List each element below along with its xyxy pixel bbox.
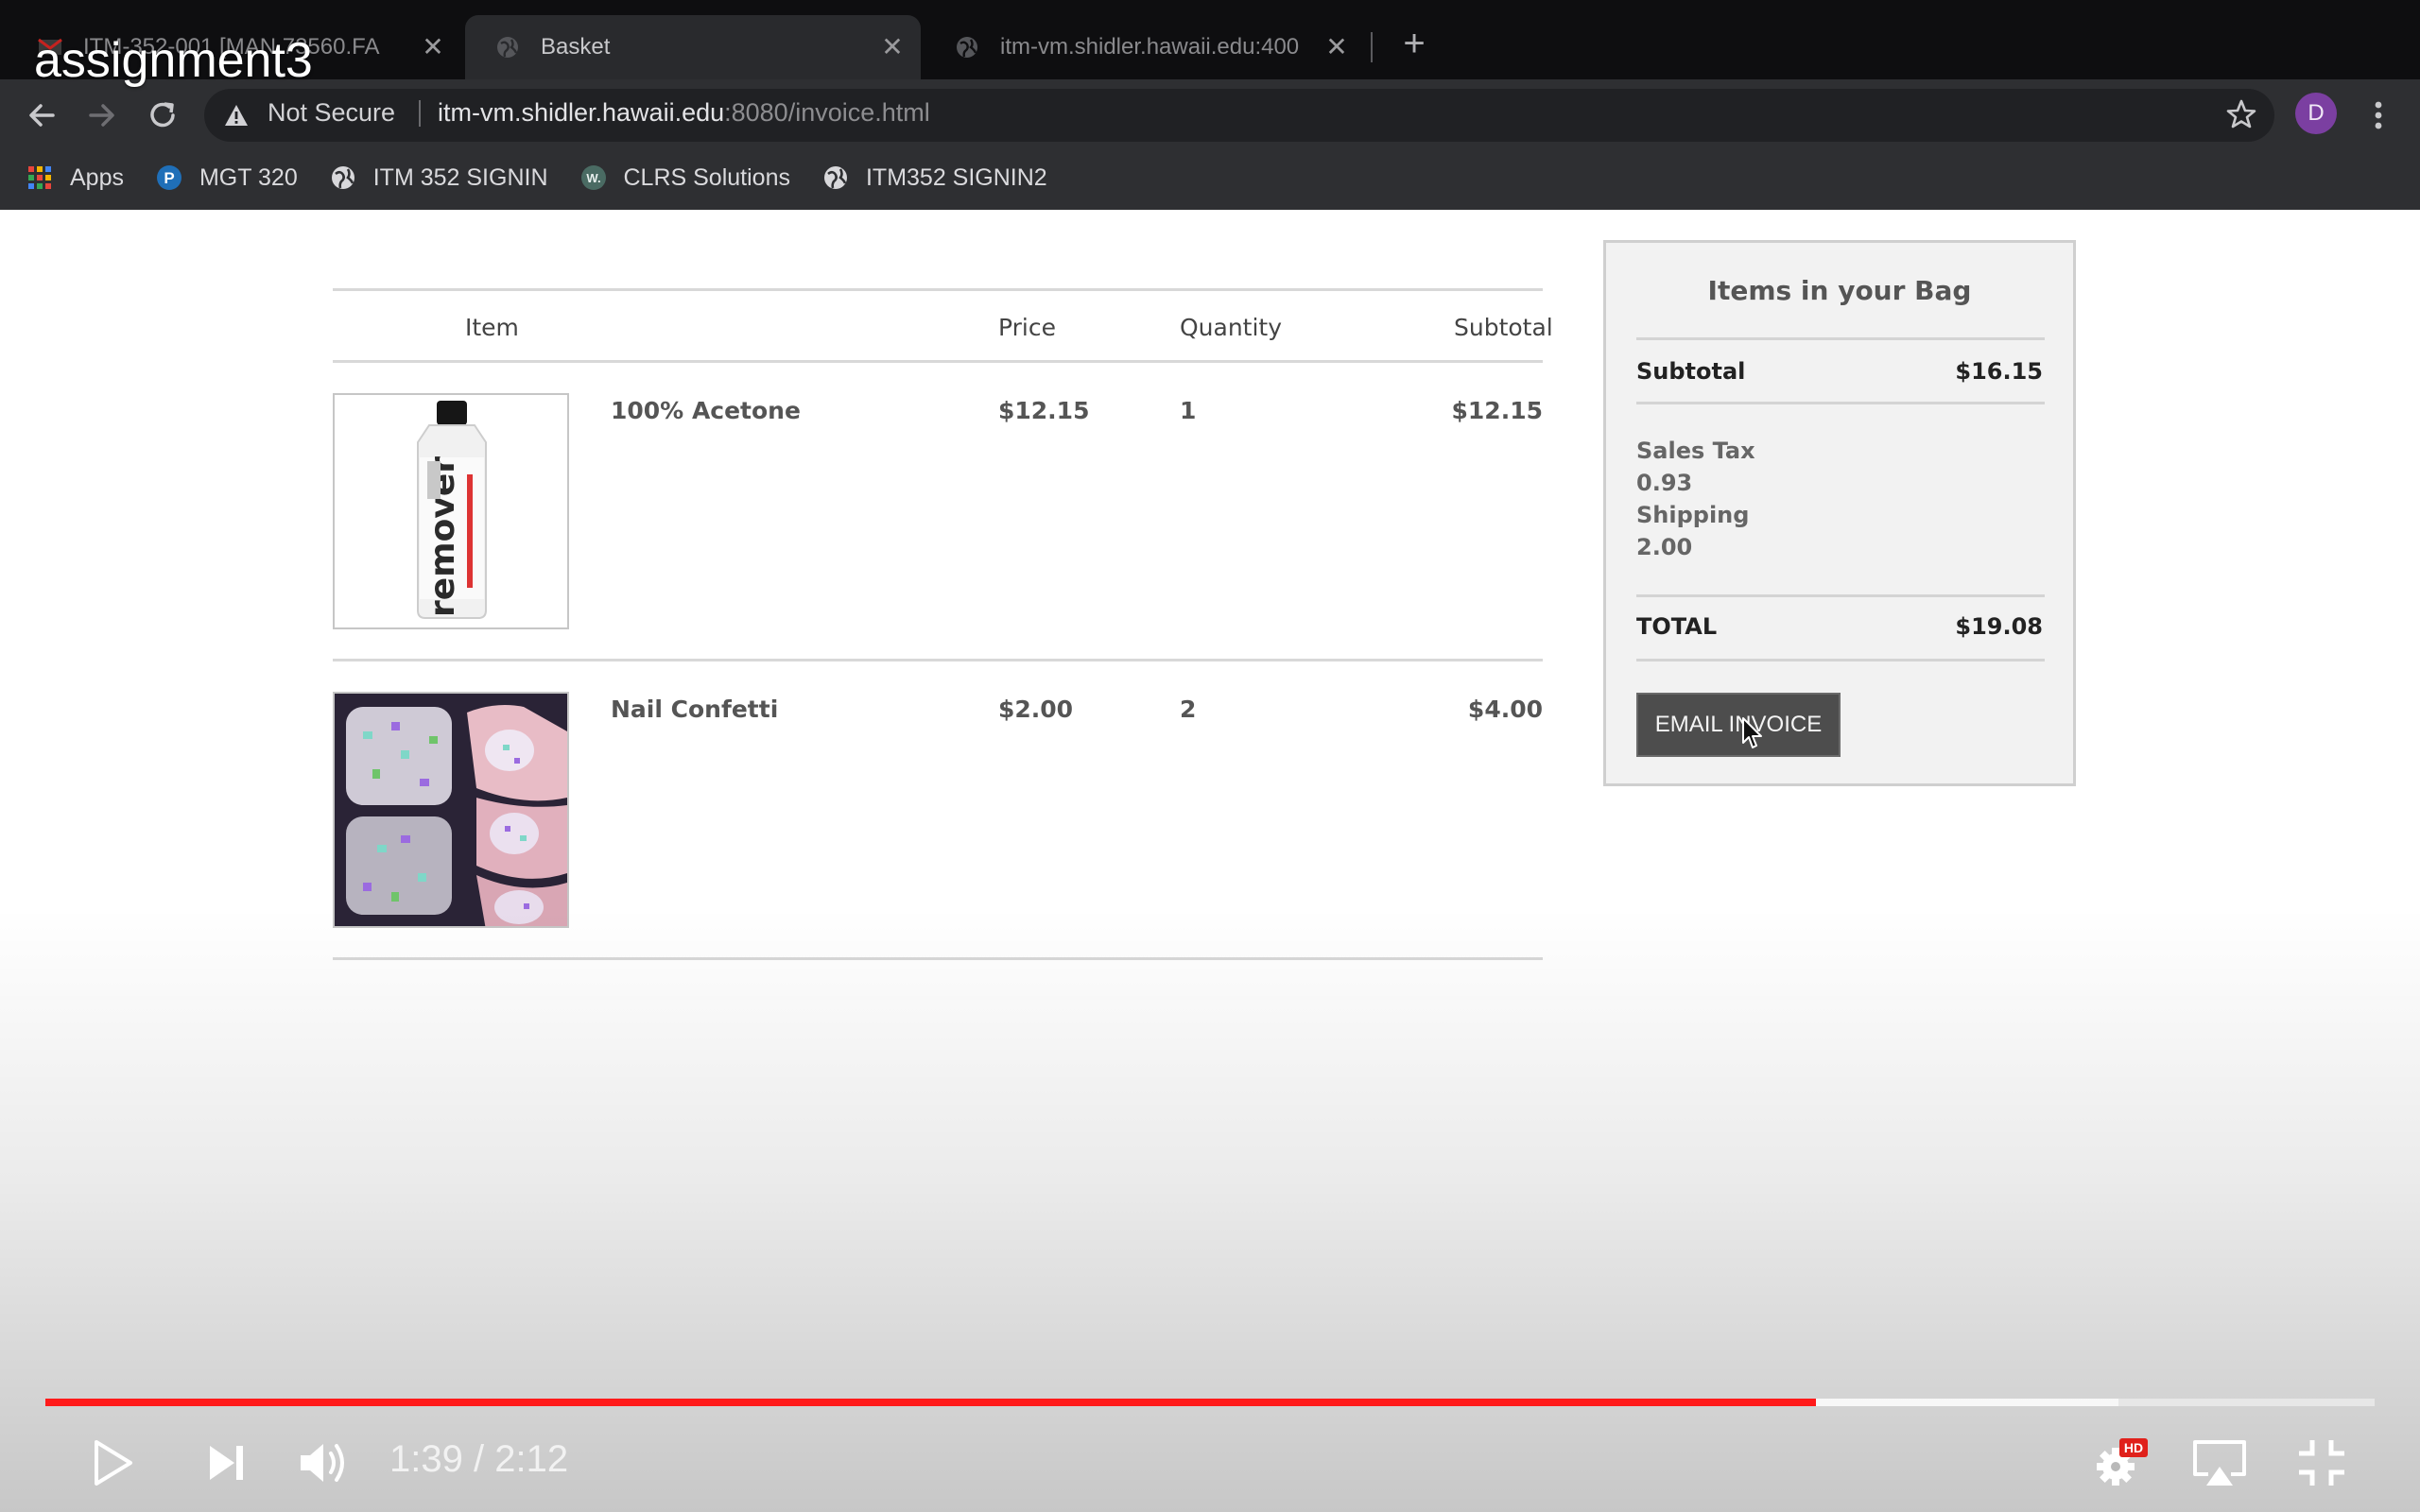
w-site-icon: W. — [580, 165, 606, 190]
bookmark-mgt-320[interactable]: P MGT 320 — [156, 164, 298, 192]
column-header-subtotal: Subtotal — [1454, 314, 1553, 341]
airplay-icon[interactable] — [2189, 1433, 2250, 1493]
item-name: Nail Confetti — [611, 696, 779, 723]
play-icon[interactable] — [81, 1433, 142, 1493]
item-subtotal: $12.15 — [1451, 397, 1543, 424]
security-status-label[interactable]: Not Secure — [268, 98, 395, 128]
globe-icon — [497, 37, 518, 58]
table-bottom-rule — [333, 957, 1543, 960]
svg-text:P: P — [164, 169, 174, 187]
url-host: itm-vm.shidler.hawaii.edu — [438, 98, 725, 127]
bookmark-label: MGT 320 — [199, 163, 298, 191]
nail-confetti-image — [335, 694, 567, 926]
bag-divider — [1636, 659, 2045, 662]
invoice-page: Item Price Quantity Subtotal remover 100… — [0, 210, 2420, 1512]
column-header-price: Price — [998, 314, 1056, 341]
globe-icon — [823, 166, 847, 189]
item-quantity: 1 — [1180, 397, 1197, 424]
item-subtotal: $4.00 — [1467, 696, 1543, 723]
settings-gear-icon[interactable]: HD — [2089, 1433, 2150, 1493]
bag-total-label: TOTAL — [1636, 613, 1718, 640]
sales-tax-value: 0.93 — [1636, 470, 1693, 496]
shipping-label: Shipping — [1636, 502, 1750, 528]
product-image-nail-confetti[interactable] — [333, 692, 569, 928]
svg-text:W.: W. — [586, 171, 600, 185]
total-time: 2:12 — [494, 1438, 569, 1480]
bag-summary-panel: Items in your Bag Subtotal $16.15 Sales … — [1603, 240, 2076, 786]
bag-subtotal-label: Subtotal — [1636, 358, 1746, 385]
volume-icon[interactable] — [293, 1433, 354, 1493]
profile-avatar[interactable]: D — [2295, 93, 2337, 134]
sales-tax-label: Sales Tax — [1636, 438, 1755, 464]
tab-title: Basket — [541, 34, 611, 60]
bookmark-label: ITM 352 SIGNIN — [372, 163, 548, 191]
hd-badge: HD — [2124, 1440, 2143, 1455]
tab-close-icon[interactable]: ✕ — [1322, 32, 1352, 62]
column-header-item: Item — [465, 314, 519, 341]
bag-total-value: $19.08 — [1955, 613, 2043, 640]
progress-played — [45, 1399, 1816, 1406]
forward-arrow-icon[interactable] — [81, 94, 123, 136]
item-price: $12.15 — [998, 397, 1090, 424]
item-price: $2.00 — [998, 696, 1074, 723]
bookmark-star-icon[interactable] — [2225, 98, 2257, 130]
exit-fullscreen-icon[interactable] — [2291, 1433, 2352, 1493]
pearson-icon: P — [156, 165, 182, 190]
bookmark-label: Apps — [70, 163, 124, 191]
new-tab-button[interactable]: + — [1397, 25, 1431, 62]
bookmark-apps[interactable]: Apps — [26, 164, 124, 192]
bag-divider — [1636, 337, 2045, 340]
address-divider — [419, 100, 421, 127]
apps-grid-icon — [28, 166, 51, 189]
column-header-quantity: Quantity — [1180, 314, 1283, 341]
current-time: 1:39 — [389, 1438, 463, 1480]
acetone-bottle-image: remover — [335, 395, 567, 627]
reload-icon[interactable] — [142, 94, 183, 136]
bookmark-itm352-signin2[interactable]: ITM352 SIGNIN2 — [822, 164, 1047, 192]
bookmarks-bar: Apps P MGT 320 ITM 352 SIGNIN W. CLRS So… — [0, 151, 2420, 204]
table-header-rule — [333, 360, 1543, 363]
url-path: :8080/invoice.html — [724, 98, 930, 127]
url-text[interactable]: itm-vm.shidler.hawaii.edu:8080/invoice.h… — [438, 98, 930, 128]
video-title[interactable]: assignment3 — [34, 32, 313, 89]
warning-triangle-icon[interactable] — [223, 102, 250, 129]
row-divider — [333, 659, 1543, 662]
bag-subtotal-value: $16.15 — [1955, 358, 2043, 385]
tab-close-icon[interactable]: ✕ — [418, 32, 448, 62]
bookmark-clrs-solutions[interactable]: W. CLRS Solutions — [580, 164, 790, 192]
table-top-rule — [333, 288, 1543, 291]
back-arrow-icon[interactable] — [21, 94, 62, 136]
bookmark-label: CLRS Solutions — [623, 163, 790, 191]
tab-basket[interactable]: Basket ✕ — [465, 15, 921, 79]
item-quantity: 2 — [1180, 696, 1197, 723]
next-video-icon[interactable] — [197, 1433, 257, 1493]
item-name: 100% Acetone — [611, 397, 801, 424]
bookmark-label: ITM352 SIGNIN2 — [865, 163, 1047, 191]
tab-close-icon[interactable]: ✕ — [877, 32, 908, 62]
product-image-acetone[interactable]: remover — [333, 393, 569, 629]
globe-icon — [957, 37, 977, 58]
video-timecode: 1:39 / 2:12 — [389, 1438, 568, 1481]
shipping-value: 2.00 — [1636, 534, 1693, 560]
bag-divider — [1636, 594, 2045, 597]
progress-bar[interactable] — [45, 1399, 2375, 1406]
tab-title: itm-vm.shidler.hawaii.edu:400 — [1000, 34, 1300, 60]
tab-separator — [1371, 32, 1373, 62]
menu-kebab-icon[interactable] — [2363, 94, 2394, 136]
time-separator: / — [473, 1438, 485, 1480]
bag-title: Items in your Bag — [1707, 275, 1972, 306]
bag-divider — [1636, 402, 2045, 404]
globe-icon — [331, 166, 354, 189]
bookmark-itm-352-signin[interactable]: ITM 352 SIGNIN — [330, 164, 548, 192]
email-invoice-button[interactable]: EMAIL INVOICE — [1636, 693, 1841, 757]
tab-itm-vm[interactable]: itm-vm.shidler.hawaii.edu:400 ✕ — [925, 15, 1365, 79]
mouse-cursor-icon — [1742, 717, 1762, 748]
